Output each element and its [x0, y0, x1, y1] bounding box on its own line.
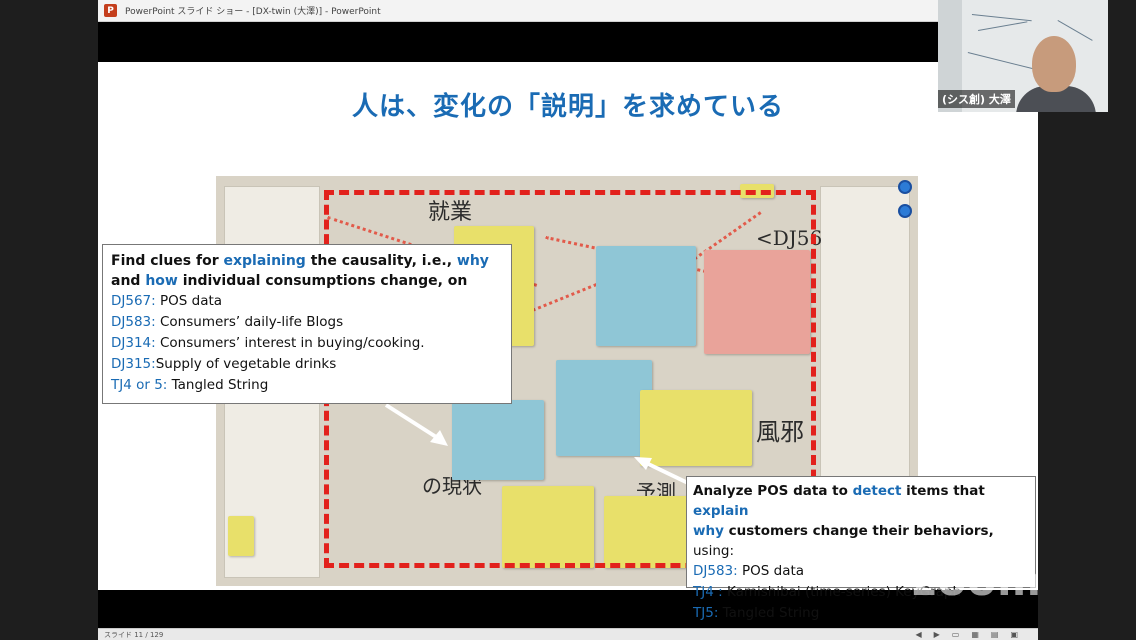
participant-name: (シス創) 大澤: [938, 90, 1015, 108]
slide-counter: スライド 11 / 129: [104, 630, 164, 639]
list-item: TJ4 or 5: Tangled String: [111, 377, 269, 393]
list-item: TJ5: Tangled String: [693, 605, 820, 621]
list-item: DJ315:Supply of vegetable drinks: [111, 356, 337, 372]
window-title: PowerPoint スライド ショー - [DX-twin (大澤)] - P…: [125, 7, 381, 17]
list-item: DJ314: Consumers’ interest in buying/coo…: [111, 335, 425, 351]
magnet-pin: [898, 204, 912, 218]
prev-slide-icon[interactable]: ◀: [915, 630, 921, 639]
participant-avatar: [1032, 36, 1076, 92]
next-slide-icon[interactable]: ▶: [934, 630, 940, 639]
slide-title: 人は、変化の「説明」を求めている: [351, 92, 784, 122]
powerpoint-window: P PowerPoint スライド ショー - [DX-twin (大澤)] -…: [98, 0, 1038, 640]
callout-explain-causality: Find clues for explaining the causality,…: [102, 244, 512, 404]
webcam-video-tile[interactable]: (シス創) 大澤: [938, 0, 1108, 112]
slide[interactable]: 人は、変化の「説明」を求めている 就業 <DJ56 の現状 風邪 予測 Find…: [98, 62, 1038, 621]
normal-view-icon[interactable]: ▭: [952, 630, 960, 639]
callout-left-line2: and how individual consumptions change, …: [111, 273, 468, 289]
sticky-note-small-2: [228, 516, 254, 556]
list-item: DJ583: Consumers’ daily-life Blogs: [111, 314, 344, 330]
status-bar: スライド 11 / 129 ◀ ▶ ▭ ▦ ▤ ▣: [98, 628, 1038, 640]
powerpoint-icon: P: [104, 4, 117, 17]
title-bar: P PowerPoint スライド ショー - [DX-twin (大澤)] -…: [98, 0, 1038, 22]
callout-right-line1: Analyze POS data to detect items that ex…: [693, 483, 985, 519]
list-item: DJ567: POS data: [111, 293, 223, 309]
view-controls: ◀ ▶ ▭ ▦ ▤ ▣: [915, 630, 1018, 639]
callout-right-line2: why customers change their behaviors, us…: [693, 523, 994, 559]
zoom-watermark: zoom: [912, 556, 1042, 605]
magnet-pin: [898, 180, 912, 194]
callout-left-line1: Find clues for explaining the causality,…: [111, 253, 489, 269]
sorter-view-icon[interactable]: ▦: [971, 630, 979, 639]
screen: P PowerPoint スライド ショー - [DX-twin (大澤)] -…: [0, 0, 1136, 640]
reading-view-icon[interactable]: ▤: [991, 630, 999, 639]
slideshow-view-icon[interactable]: ▣: [1010, 630, 1018, 639]
